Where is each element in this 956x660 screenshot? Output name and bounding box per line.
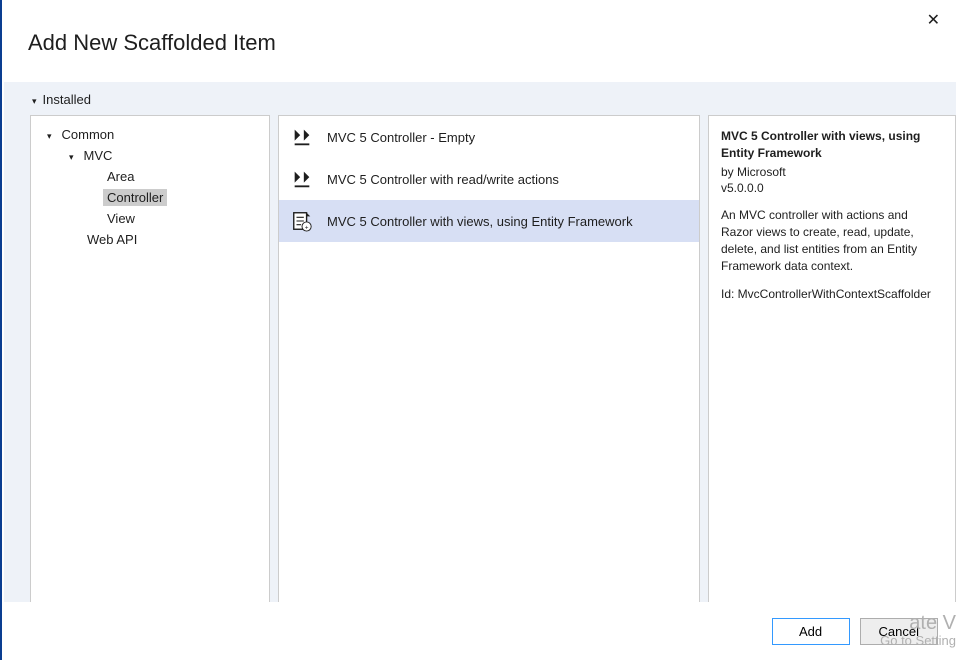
close-icon: ✕ [927, 12, 940, 29]
detail-version: v5.0.0.0 [721, 180, 943, 197]
controller-icon [291, 168, 313, 190]
installed-label: Installed [43, 92, 91, 107]
add-button[interactable]: Add [772, 618, 850, 645]
tree-node-area[interactable]: Area [31, 166, 269, 187]
svg-text:+: + [305, 224, 309, 231]
detail-panel: MVC 5 Controller with views, using Entit… [708, 115, 956, 603]
tree-label: Area [103, 168, 138, 185]
detail-by: by Microsoft [721, 164, 943, 181]
list-panel: MVC 5 Controller - Empty MVC 5 Controlle… [278, 115, 700, 603]
detail-title: MVC 5 Controller with views, using Entit… [721, 128, 943, 162]
list-item[interactable]: MVC 5 Controller - Empty [279, 116, 699, 158]
list-item-label: MVC 5 Controller - Empty [327, 130, 475, 145]
tree-label: View [103, 210, 139, 227]
tree-panel: ▾ Common ▾ MVC Area Controller View Web AP… [30, 115, 270, 603]
tree-node-controller[interactable]: Controller [31, 187, 269, 208]
installed-header[interactable]: ▾ Installed [4, 82, 956, 115]
controller-icon [291, 126, 313, 148]
tree-node-common[interactable]: ▾ Common [31, 124, 269, 145]
list-item[interactable]: MVC 5 Controller with read/write actions [279, 158, 699, 200]
close-button[interactable]: ✕ [927, 10, 940, 30]
list-item-label: MVC 5 Controller with views, using Entit… [327, 214, 633, 229]
chevron-down-icon: ▾ [32, 96, 37, 107]
chevron-down-icon: ▾ [69, 152, 74, 163]
tree-label: Common [58, 126, 119, 143]
detail-description: An MVC controller with actions and Razor… [721, 207, 943, 274]
tree-node-webapi[interactable]: Web API [31, 229, 269, 250]
cancel-button[interactable]: Cancel [860, 618, 938, 645]
detail-id: Id: MvcControllerWithContextScaffolder [721, 286, 943, 303]
tree-label: MVC [80, 147, 117, 164]
tree-node-view[interactable]: View [31, 208, 269, 229]
dialog-title: Add New Scaffolded Item [2, 0, 956, 74]
chevron-down-icon: ▾ [47, 131, 52, 142]
tree-label: Web API [83, 231, 141, 248]
list-item[interactable]: + MVC 5 Controller with views, using Ent… [279, 200, 699, 242]
list-item-label: MVC 5 Controller with read/write actions [327, 172, 559, 187]
controller-views-icon: + [291, 210, 313, 232]
tree-label: Controller [103, 189, 167, 206]
tree-node-mvc[interactable]: ▾ MVC [31, 145, 269, 166]
content-area: ▾ Installed ▾ Common ▾ MVC Area Controller … [4, 82, 956, 602]
button-bar: Add Cancel [2, 602, 956, 660]
